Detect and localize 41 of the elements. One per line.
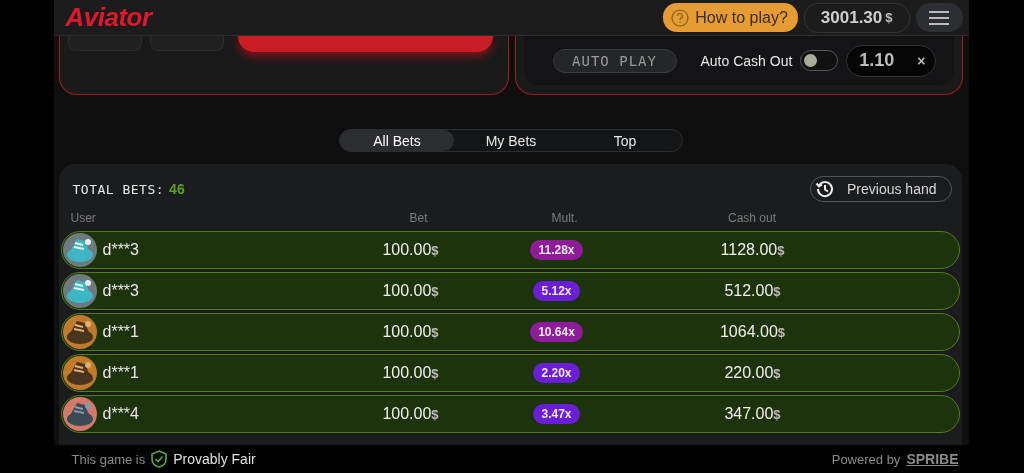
multiplier: 3.47x bbox=[533, 404, 580, 424]
column-header: Mult. bbox=[550, 211, 579, 225]
brand-logo: SPRIBE bbox=[906, 451, 959, 467]
user-name: d***1 bbox=[102, 364, 139, 382]
auto-play-button[interactable]: AUTO PLAY bbox=[552, 48, 677, 73]
tab[interactable]: All Bets bbox=[340, 130, 454, 151]
tab[interactable]: My Bets bbox=[454, 130, 568, 151]
user-name: d***1 bbox=[102, 323, 139, 341]
multiplier: 5.12x bbox=[533, 281, 580, 301]
logo: Aviator bbox=[65, 2, 152, 33]
multiplier: 2.20x bbox=[533, 363, 580, 383]
powered-by-label: Powered by bbox=[831, 451, 901, 467]
bet-amount: 100.00$ bbox=[381, 282, 440, 300]
user-name: d***4 bbox=[102, 405, 139, 423]
user-name: d***3 bbox=[102, 282, 139, 300]
multiplier: 11.28x bbox=[530, 240, 583, 260]
bet-amount: 100.00$ bbox=[381, 241, 440, 259]
how-to-play-button[interactable]: How to play? bbox=[663, 3, 798, 32]
balance-amount: 3001.30 bbox=[820, 7, 883, 28]
tab[interactable]: Top bbox=[568, 130, 682, 151]
provably-fair-link[interactable]: Provably Fair bbox=[173, 451, 256, 467]
cash-out-amount: 512.00$ bbox=[723, 282, 782, 300]
bet-amount: 100.00$ bbox=[381, 323, 440, 341]
auto-cash-out-label: Auto Cash Out bbox=[700, 52, 793, 69]
column-header: Cash out bbox=[727, 211, 777, 225]
bet-amount: 100.00$ bbox=[381, 364, 440, 382]
fair-prefix: This game is bbox=[71, 451, 146, 467]
column-header: Bet bbox=[408, 211, 429, 225]
total-bets-count: 46 bbox=[169, 181, 185, 197]
cash-out-amount: 1128.00$ bbox=[719, 241, 786, 259]
cash-out-amount: 1064.00$ bbox=[718, 323, 787, 341]
user-name: d***3 bbox=[102, 241, 139, 259]
column-header: User bbox=[70, 211, 97, 225]
bet-amount: 100.00$ bbox=[381, 405, 440, 423]
clear-button[interactable]: × bbox=[917, 52, 926, 69]
total-bets-label: TOTAL BETS: bbox=[72, 182, 165, 197]
multiplier: 10.64x bbox=[530, 322, 583, 342]
cash-out-amount: 220.00$ bbox=[723, 364, 782, 382]
cash-out-field[interactable]: 1.10 × bbox=[846, 44, 937, 77]
currency-sign: $ bbox=[885, 10, 893, 25]
cash-out-amount: 347.00$ bbox=[723, 405, 782, 423]
